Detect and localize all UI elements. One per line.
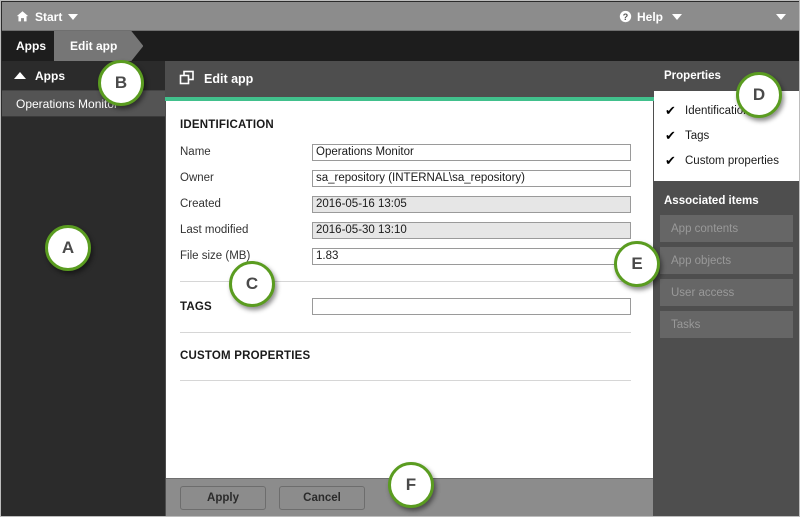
associated-items-title: Associated items bbox=[654, 187, 799, 215]
breadcrumb-label: Apps bbox=[16, 39, 46, 53]
breadcrumb-item-edit-app[interactable]: Edit app bbox=[54, 31, 143, 61]
chevron-up-icon bbox=[14, 72, 26, 79]
owner-input[interactable] bbox=[312, 170, 631, 187]
file-size-input[interactable] bbox=[312, 248, 631, 265]
svg-text:?: ? bbox=[623, 12, 628, 22]
start-button[interactable]: Start bbox=[10, 2, 84, 31]
field-row-last-modified: Last modified bbox=[180, 219, 631, 241]
cancel-button[interactable]: Cancel bbox=[279, 486, 365, 510]
associated-item-tasks[interactable]: Tasks bbox=[660, 311, 793, 338]
sidebar-section-label: Apps bbox=[35, 69, 65, 83]
annotation-bubble-c: C bbox=[229, 261, 275, 307]
annotation-bubble-d: D bbox=[736, 72, 782, 118]
divider bbox=[180, 332, 631, 333]
property-label: Custom properties bbox=[685, 155, 779, 167]
page-title: Edit app bbox=[204, 72, 253, 86]
breadcrumb: Apps Edit app bbox=[2, 31, 800, 61]
field-label-owner: Owner bbox=[180, 172, 312, 184]
properties-panel: Properties ✔ Identification ✔ Tags ✔ Cus… bbox=[654, 61, 799, 517]
property-label: Tags bbox=[685, 130, 709, 142]
annotation-bubble-e: E bbox=[614, 241, 660, 287]
associated-item-user-access[interactable]: User access bbox=[660, 279, 793, 306]
check-icon: ✔ bbox=[665, 154, 677, 167]
field-label-last-modified: Last modified bbox=[180, 224, 312, 236]
start-label: Start bbox=[35, 10, 62, 24]
help-label: Help bbox=[637, 10, 663, 24]
associated-item-app-contents[interactable]: App contents bbox=[660, 215, 793, 242]
chevron-down-icon[interactable] bbox=[672, 14, 682, 20]
apply-button[interactable]: Apply bbox=[180, 486, 266, 510]
section-title-identification: IDENTIFICATION bbox=[180, 119, 631, 131]
check-icon: ✔ bbox=[665, 129, 677, 142]
annotation-bubble-a: A bbox=[45, 225, 91, 271]
last-modified-input bbox=[312, 222, 631, 239]
field-label-file-size: File size (MB) bbox=[180, 250, 312, 262]
property-item-tags[interactable]: ✔ Tags bbox=[654, 123, 799, 148]
home-icon bbox=[16, 10, 29, 23]
tags-input[interactable] bbox=[312, 298, 631, 315]
field-row-created: Created bbox=[180, 193, 631, 215]
annotation-bubble-b: B bbox=[98, 60, 144, 106]
sidebar: Apps Operations Monitor bbox=[2, 61, 165, 517]
question-circle-icon: ? bbox=[619, 10, 632, 23]
check-icon: ✔ bbox=[665, 104, 677, 117]
created-input bbox=[312, 196, 631, 213]
app-window: Start ? Help Apps Edit app bbox=[0, 0, 800, 517]
chevron-down-icon[interactable] bbox=[68, 14, 78, 20]
name-input[interactable] bbox=[312, 144, 631, 161]
field-label-created: Created bbox=[180, 198, 312, 210]
copy-windows-icon bbox=[179, 70, 195, 89]
identification-fields: Name Owner Created Last modified bbox=[180, 141, 631, 267]
property-item-custom-properties[interactable]: ✔ Custom properties bbox=[654, 148, 799, 173]
topbar-overflow-menu[interactable] bbox=[776, 2, 786, 31]
field-row-name: Name bbox=[180, 141, 631, 163]
divider bbox=[180, 380, 631, 381]
field-row-owner: Owner bbox=[180, 167, 631, 189]
annotation-bubble-f: F bbox=[388, 462, 434, 508]
main-header: Edit app bbox=[165, 61, 654, 97]
section-title-custom-properties: CUSTOM PROPERTIES bbox=[180, 350, 631, 362]
help-button[interactable]: ? Help bbox=[619, 2, 682, 31]
chevron-down-icon[interactable] bbox=[776, 14, 786, 20]
breadcrumb-label: Edit app bbox=[70, 39, 117, 53]
field-label-name: Name bbox=[180, 146, 312, 158]
sidebar-item-label: Operations Monitor bbox=[16, 97, 118, 111]
associated-item-app-objects[interactable]: App objects bbox=[660, 247, 793, 274]
top-bar: Start ? Help bbox=[2, 2, 800, 31]
